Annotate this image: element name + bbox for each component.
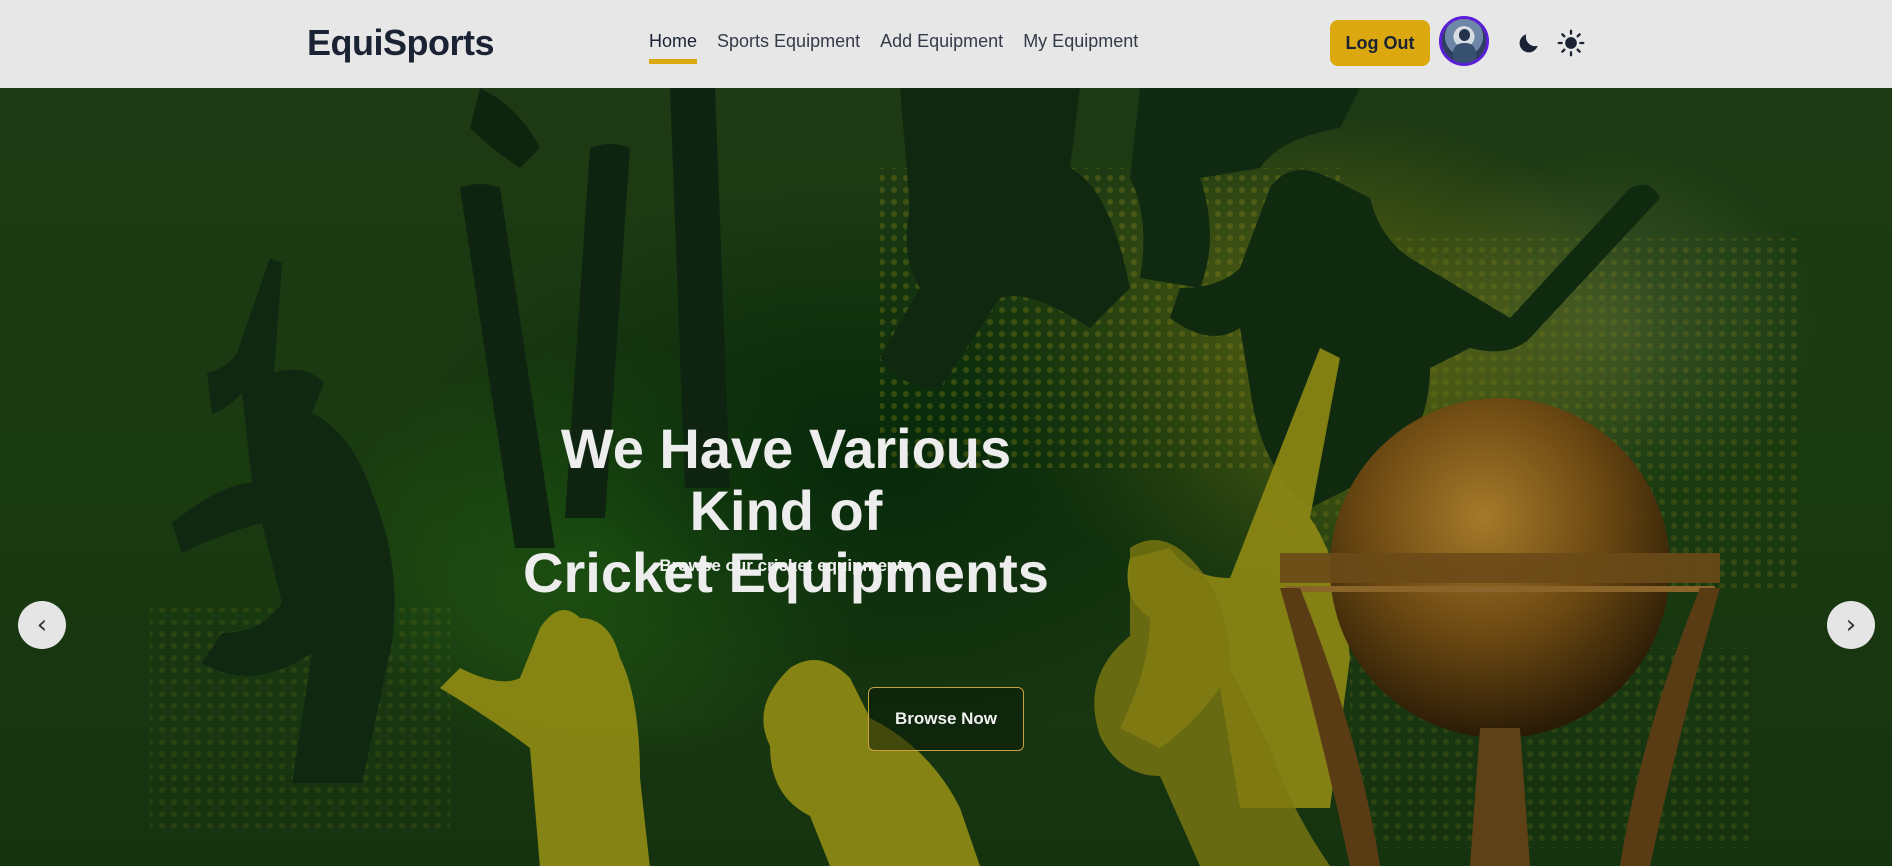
- hero-title-line1: We Have Various Kind of: [560, 417, 1012, 542]
- brand-logo[interactable]: EquiSports: [307, 22, 495, 64]
- moon-icon[interactable]: [1514, 28, 1544, 58]
- hero-title: We Have Various Kind of Cricket Equipmen…: [496, 418, 1076, 604]
- carousel-prev-button[interactable]: ‹: [18, 601, 66, 649]
- avatar-head-shape: [1459, 29, 1470, 41]
- nav-link-my-equipment[interactable]: My Equipment: [1023, 31, 1138, 64]
- nav-link-home[interactable]: Home: [649, 31, 698, 64]
- navbar: EquiSports Home Sports Equipment Add Equ…: [0, 0, 1892, 88]
- hero-carousel: We Have Various Kind of Cricket Equipmen…: [0, 88, 1892, 866]
- carousel-next-button[interactable]: ›: [1827, 601, 1875, 649]
- nav-link-add-equipment[interactable]: Add Equipment: [880, 31, 1003, 64]
- main-nav: Home Sports Equipment Add Equipment My E…: [649, 31, 1138, 64]
- browse-now-button[interactable]: Browse Now: [868, 687, 1024, 751]
- sun-icon[interactable]: [1556, 28, 1586, 58]
- user-avatar[interactable]: [1439, 16, 1489, 66]
- avatar-torso-shape: [1453, 43, 1476, 63]
- logout-button[interactable]: Log Out: [1330, 20, 1430, 66]
- nav-link-sports-equipment[interactable]: Sports Equipment: [717, 31, 860, 64]
- hero-subtitle: Browse our cricket equipments: [659, 556, 913, 575]
